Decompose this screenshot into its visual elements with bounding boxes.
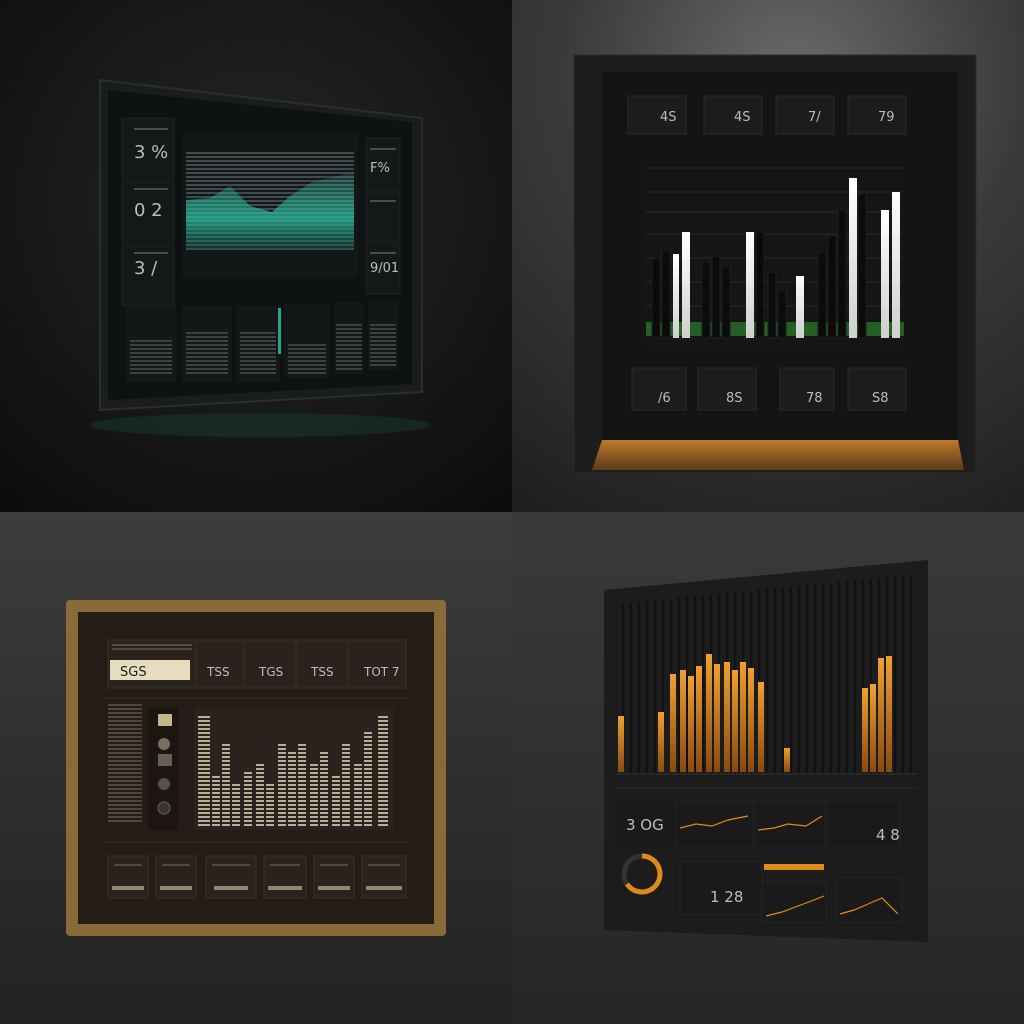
- left-stat-value: 3 /: [134, 258, 158, 279]
- right-stat-value: 9/01: [370, 261, 399, 276]
- panel-amber-svg: 3 OG 4 8 1 28: [604, 560, 928, 942]
- top-stat-tile: [703, 95, 763, 135]
- panel-teal-svg: 3 % 0 2 3 / F% 9/01: [90, 78, 430, 437]
- bottom-stat-value: 8S: [726, 391, 743, 406]
- circle-icon: [158, 738, 170, 750]
- top-stat-tile: [847, 95, 907, 135]
- left-list: [108, 704, 142, 824]
- header-stat: TSS: [310, 665, 334, 679]
- bottom-stat-value: /6: [658, 391, 671, 406]
- top-stat-value: 79: [878, 110, 895, 125]
- top-stat-tile: [627, 95, 687, 135]
- white-bar: [892, 192, 900, 338]
- header-stat: TGS: [258, 665, 283, 679]
- left-stat-value: 0 2: [134, 200, 163, 221]
- bottom-stat-value: 78: [806, 391, 823, 406]
- panel-bar-frame: 4S 4S 7/ 79 /6 8S 78 S8: [512, 0, 1024, 512]
- panel-gold-frame: SGS TSS TGS TSS TOT 7: [0, 512, 512, 1024]
- right-stat-value: F%: [370, 161, 390, 176]
- top-stat-tile: [775, 95, 835, 135]
- readout-value: 4 8: [876, 826, 900, 844]
- white-bar: [796, 276, 804, 338]
- top-stat-value: 4S: [660, 110, 677, 125]
- header-selected-value: SGS: [120, 665, 147, 680]
- white-bar: [673, 254, 679, 338]
- teal-marker: [278, 308, 281, 354]
- circle-icon: [157, 801, 171, 815]
- wood-shelf: [592, 440, 964, 470]
- header-stat: TOT 7: [363, 665, 400, 679]
- white-bar: [682, 232, 690, 338]
- sparkline-cell: [835, 877, 903, 923]
- left-stat-value: 3 %: [134, 142, 168, 163]
- readout-value: 1 28: [710, 888, 743, 906]
- header-stat: TSS: [206, 665, 230, 679]
- top-stat-value: 7/: [808, 110, 821, 125]
- bottom-stat-value: S8: [872, 391, 889, 406]
- white-bar: [849, 178, 857, 338]
- square-icon: [158, 714, 172, 726]
- amber-progress-bar: [764, 864, 824, 870]
- panel-amber-dashboard: 3 OG 4 8 1 28: [512, 512, 1024, 1024]
- sparkline-cell: [753, 801, 827, 849]
- right-stat-box: [365, 191, 401, 243]
- white-bar: [746, 232, 754, 338]
- sparkline-cell: [761, 881, 827, 923]
- top-stat-value: 4S: [734, 110, 751, 125]
- panel-bar-svg: 4S 4S 7/ 79 /6 8S 78 S8: [573, 54, 977, 474]
- panel-teal-dashboard: 3 % 0 2 3 / F% 9/01: [0, 0, 512, 512]
- white-bar: [881, 210, 889, 338]
- circle-icon: [158, 778, 170, 790]
- readout-value: 3 OG: [626, 816, 664, 834]
- square-icon: [158, 754, 172, 766]
- panel-gold-svg: SGS TSS TGS TSS TOT 7: [66, 600, 446, 936]
